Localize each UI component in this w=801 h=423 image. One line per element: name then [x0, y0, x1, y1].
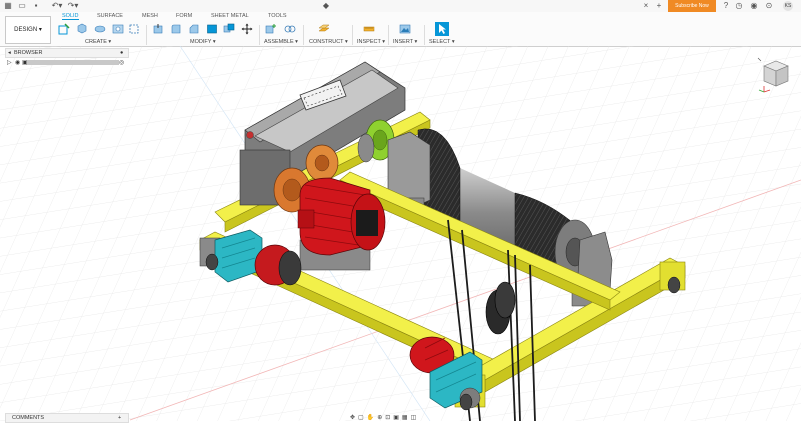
- tab-solid[interactable]: SOLID: [62, 13, 79, 20]
- workspace-switcher[interactable]: DESIGN ▾: [5, 16, 51, 44]
- joint-icon[interactable]: [284, 23, 296, 35]
- redo-icon[interactable]: ↷▾: [66, 2, 80, 10]
- extrude-icon[interactable]: [76, 23, 88, 35]
- collapse-icon[interactable]: ◂: [8, 49, 11, 57]
- zoom-icon[interactable]: ⊕: [377, 415, 385, 421]
- combine-icon[interactable]: [223, 23, 235, 35]
- eye-icon[interactable]: ◉: [15, 59, 20, 66]
- group-create[interactable]: CREATE ▾: [85, 39, 111, 45]
- expand-icon[interactable]: ▷: [7, 59, 12, 66]
- group-inspect[interactable]: INSPECT ▾: [357, 39, 385, 45]
- tab-sheet-metal[interactable]: SHEET METAL: [211, 13, 249, 19]
- ribbon-divider: [146, 25, 147, 45]
- move-icon[interactable]: [241, 23, 253, 35]
- new-file-icon[interactable]: ▭: [18, 2, 26, 10]
- new-sketch-icon[interactable]: [58, 23, 70, 35]
- pin-icon[interactable]: ●: [120, 49, 123, 57]
- ribbon-divider: [303, 25, 304, 45]
- group-modify[interactable]: MODIFY ▾: [190, 39, 216, 45]
- bell-icon[interactable]: ◉: [750, 2, 758, 10]
- look-at-icon[interactable]: ▢: [358, 415, 367, 421]
- tab-form[interactable]: FORM: [176, 13, 192, 19]
- shell-icon[interactable]: [206, 23, 218, 35]
- grid-settings-icon[interactable]: ▦: [402, 415, 411, 421]
- help-circle-icon[interactable]: ⊙: [765, 2, 773, 10]
- root-component-bar[interactable]: [27, 60, 119, 65]
- plus-icon[interactable]: +: [655, 2, 663, 10]
- design-viewport[interactable]: [0, 46, 801, 421]
- tab-mesh[interactable]: MESH: [142, 13, 158, 19]
- fillet-icon[interactable]: [170, 23, 182, 35]
- document-icon: ◆: [322, 1, 330, 10]
- clock-icon[interactable]: ◷: [735, 2, 743, 10]
- offset-plane-icon[interactable]: [318, 23, 330, 35]
- undo-icon[interactable]: ↶▾: [50, 2, 64, 10]
- measure-icon[interactable]: [363, 23, 375, 35]
- ribbon-divider: [424, 25, 425, 45]
- group-insert[interactable]: INSERT ▾: [393, 39, 417, 45]
- select-icon[interactable]: [435, 22, 449, 36]
- new-component-icon[interactable]: [265, 23, 277, 35]
- ribbon-toolbar: DESIGN ▾ SOLID SURFACE MESH FORM SHEET M…: [0, 12, 801, 47]
- radio-icon[interactable]: ◎: [119, 59, 124, 66]
- pan-icon[interactable]: ✋: [367, 415, 377, 421]
- help-icon[interactable]: ?: [722, 2, 730, 10]
- press-pull-icon[interactable]: [152, 23, 164, 35]
- ribbon-divider: [259, 25, 260, 45]
- browser-title: BROWSER: [14, 50, 43, 56]
- subscribe-button[interactable]: Subscribe Now: [668, 0, 716, 12]
- insert-image-icon[interactable]: [399, 23, 411, 35]
- browser-root-node[interactable]: ▷ ◉ ▣ ◎: [5, 58, 127, 67]
- tab-tools[interactable]: TOOLS: [268, 13, 287, 19]
- comments-panel[interactable]: COMMENTS +: [5, 413, 129, 423]
- save-icon[interactable]: ▪: [32, 2, 40, 10]
- pattern-icon[interactable]: [128, 23, 140, 35]
- chamfer-icon[interactable]: [188, 23, 200, 35]
- close-icon[interactable]: ×: [642, 2, 650, 10]
- group-construct[interactable]: CONSTRUCT ▾: [309, 39, 348, 45]
- group-select[interactable]: SELECT ▾: [429, 39, 455, 45]
- view-cube[interactable]: [756, 56, 792, 94]
- revolve-icon[interactable]: [94, 23, 106, 35]
- app-grid-icon[interactable]: ▦: [4, 2, 12, 10]
- group-assemble[interactable]: ASSEMBLE ▾: [264, 39, 298, 45]
- hole-icon[interactable]: [112, 23, 124, 35]
- ribbon-divider: [388, 25, 389, 45]
- tab-surface[interactable]: SURFACE: [97, 13, 123, 19]
- navigation-bar: ✥▢✋⊕⊡▣▦◫: [350, 414, 440, 421]
- orbit-icon[interactable]: ✥: [350, 415, 358, 421]
- browser-panel-header[interactable]: ◂ BROWSER ●: [5, 48, 129, 58]
- user-avatar[interactable]: KS: [783, 1, 793, 11]
- ribbon-divider: [352, 25, 353, 45]
- display-settings-icon[interactable]: ▣: [393, 415, 402, 421]
- viewports-icon[interactable]: ◫: [411, 415, 420, 421]
